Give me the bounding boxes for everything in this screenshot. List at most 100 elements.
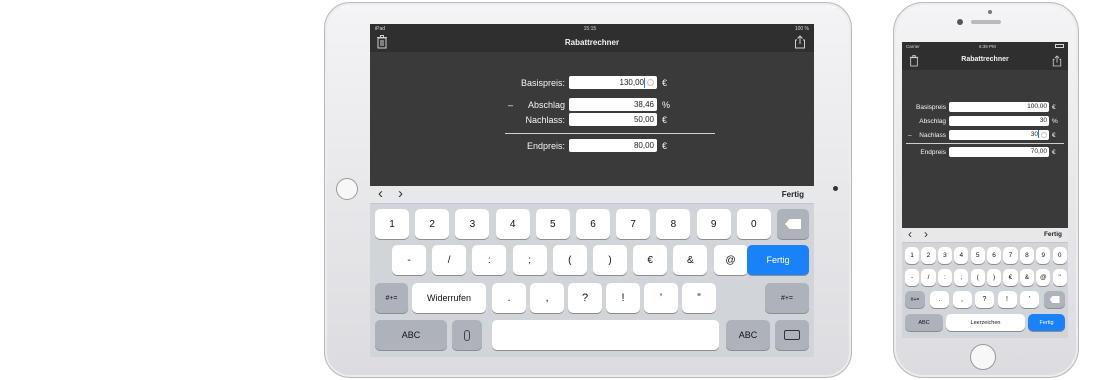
- done-button[interactable]: Fertig: [782, 190, 804, 199]
- key[interactable]: -: [392, 245, 426, 275]
- undo-key[interactable]: Widerrufen: [412, 283, 486, 313]
- nachlass-unit: €: [662, 114, 668, 125]
- key[interactable]: 6: [987, 247, 1002, 264]
- row-nachlass: Nachlass: 50,00 €: [500, 113, 667, 126]
- text-cursor: [1038, 130, 1039, 139]
- row-endpreis: Endpreis 70,00 €: [908, 147, 1056, 157]
- abschlag-field[interactable]: 38,46: [569, 98, 657, 111]
- key[interactable]: 2: [921, 247, 936, 264]
- key[interactable]: @: [713, 245, 748, 275]
- basispreis-field[interactable]: 130,00: [569, 76, 657, 89]
- key[interactable]: /: [432, 245, 467, 275]
- space-key[interactable]: Leerzeichen: [946, 314, 1025, 331]
- key[interactable]: ?: [975, 291, 994, 308]
- dictation-key[interactable]: [452, 320, 482, 350]
- key[interactable]: ;: [954, 269, 969, 286]
- key[interactable]: ): [593, 245, 627, 275]
- prev-field-button[interactable]: ‹: [378, 186, 383, 202]
- microphone-icon: [464, 329, 470, 341]
- key[interactable]: 7: [1003, 247, 1018, 264]
- next-field-button[interactable]: ›: [924, 228, 928, 241]
- key[interactable]: ?: [568, 283, 602, 313]
- key[interactable]: 1: [905, 247, 920, 264]
- key[interactable]: (: [552, 245, 587, 275]
- key[interactable]: €: [633, 245, 668, 275]
- iphone-home-button[interactable]: [970, 344, 996, 370]
- key[interactable]: 2: [415, 209, 450, 239]
- key[interactable]: (: [970, 269, 985, 286]
- symbols-key[interactable]: #+=: [375, 283, 408, 313]
- abschlag-unit: %: [662, 99, 671, 110]
- key[interactable]: .: [930, 291, 949, 308]
- key[interactable]: !: [606, 283, 640, 313]
- key[interactable]: ": [1052, 269, 1067, 286]
- key[interactable]: €: [1003, 269, 1018, 286]
- iphone-status-bar: Carrier 6:39 PM: [902, 42, 1068, 50]
- abschlag-field[interactable]: 30: [949, 116, 1049, 126]
- key[interactable]: 4: [954, 247, 969, 264]
- key[interactable]: 0: [736, 209, 771, 239]
- key[interactable]: :: [472, 245, 507, 275]
- return-key[interactable]: Fertig: [747, 245, 809, 275]
- next-field-button[interactable]: ›: [398, 186, 403, 202]
- key[interactable]: 0: [1052, 247, 1067, 264]
- keyboard-icon: [784, 330, 800, 340]
- basispreis-field[interactable]: 100,00: [949, 102, 1049, 112]
- key[interactable]: 9: [1036, 247, 1051, 264]
- delete-key[interactable]: [777, 209, 809, 239]
- nachlass-field[interactable]: 50,00: [569, 113, 657, 126]
- iphone-keyboard: ‹ › Fertig 1 2 3 4 5 6 7 8 9 0 - /:;() € & @ " #+=.,?!’ A…: [902, 228, 1068, 338]
- delete-key[interactable]: [1044, 291, 1065, 308]
- backspace-icon: [1049, 296, 1060, 303]
- key[interactable]: 9: [696, 209, 731, 239]
- result-divider: [906, 143, 1064, 144]
- key[interactable]: ,: [530, 283, 564, 313]
- key[interactable]: ’: [1020, 291, 1039, 308]
- ipad-screen: iPad 15:15 100 % Rabattrechner Basisprei…: [370, 24, 814, 357]
- key[interactable]: 3: [937, 247, 952, 264]
- nachlass-field[interactable]: 30: [949, 130, 1049, 140]
- key[interactable]: ;: [512, 245, 547, 275]
- key[interactable]: 7: [616, 209, 651, 239]
- key[interactable]: 5: [970, 247, 985, 264]
- key[interactable]: -: [905, 269, 920, 286]
- key[interactable]: ): [987, 269, 1002, 286]
- abc-key[interactable]: ABC: [905, 314, 943, 331]
- key[interactable]: /: [921, 269, 936, 286]
- ipad-camera: [833, 186, 838, 191]
- key[interactable]: 5: [535, 209, 570, 239]
- nachlass-label: Nachlass: [919, 131, 946, 139]
- key[interactable]: @: [1036, 269, 1051, 286]
- clear-icon[interactable]: [647, 79, 654, 86]
- key[interactable]: 1: [375, 209, 409, 239]
- key[interactable]: 8: [656, 209, 691, 239]
- prev-field-button[interactable]: ‹: [908, 228, 912, 241]
- hide-keyboard-key[interactable]: [775, 320, 809, 350]
- keyboard-toolbar: ‹ › Fertig: [902, 228, 1068, 243]
- abschlag-unit: %: [1052, 117, 1058, 125]
- key[interactable]: ’: [644, 283, 678, 313]
- row-nachlass: – Nachlass 30 €: [908, 130, 1056, 140]
- page-title: Rabattrechner: [961, 56, 1009, 63]
- key[interactable]: 8: [1019, 247, 1034, 264]
- key[interactable]: &: [673, 245, 708, 275]
- symbols-key[interactable]: #+=: [905, 291, 925, 308]
- space-key[interactable]: [492, 320, 719, 350]
- clear-icon[interactable]: [1041, 132, 1047, 138]
- abc-key[interactable]: ABC: [726, 320, 770, 350]
- key[interactable]: ”: [682, 283, 716, 313]
- key[interactable]: 6: [576, 209, 610, 239]
- nachlass-prefix: –: [908, 131, 912, 139]
- symbols-key[interactable]: #+=: [765, 283, 809, 313]
- abc-key[interactable]: ABC: [375, 320, 447, 350]
- done-button[interactable]: Fertig: [1044, 231, 1062, 238]
- key[interactable]: &: [1019, 269, 1034, 286]
- key[interactable]: !: [997, 291, 1017, 308]
- key[interactable]: :: [937, 269, 952, 286]
- ipad-home-button[interactable]: [336, 178, 358, 200]
- key[interactable]: 3: [455, 209, 490, 239]
- return-key[interactable]: Fertig: [1028, 314, 1065, 331]
- key[interactable]: 4: [495, 209, 530, 239]
- key[interactable]: .: [492, 283, 526, 313]
- key[interactable]: ,: [952, 291, 972, 308]
